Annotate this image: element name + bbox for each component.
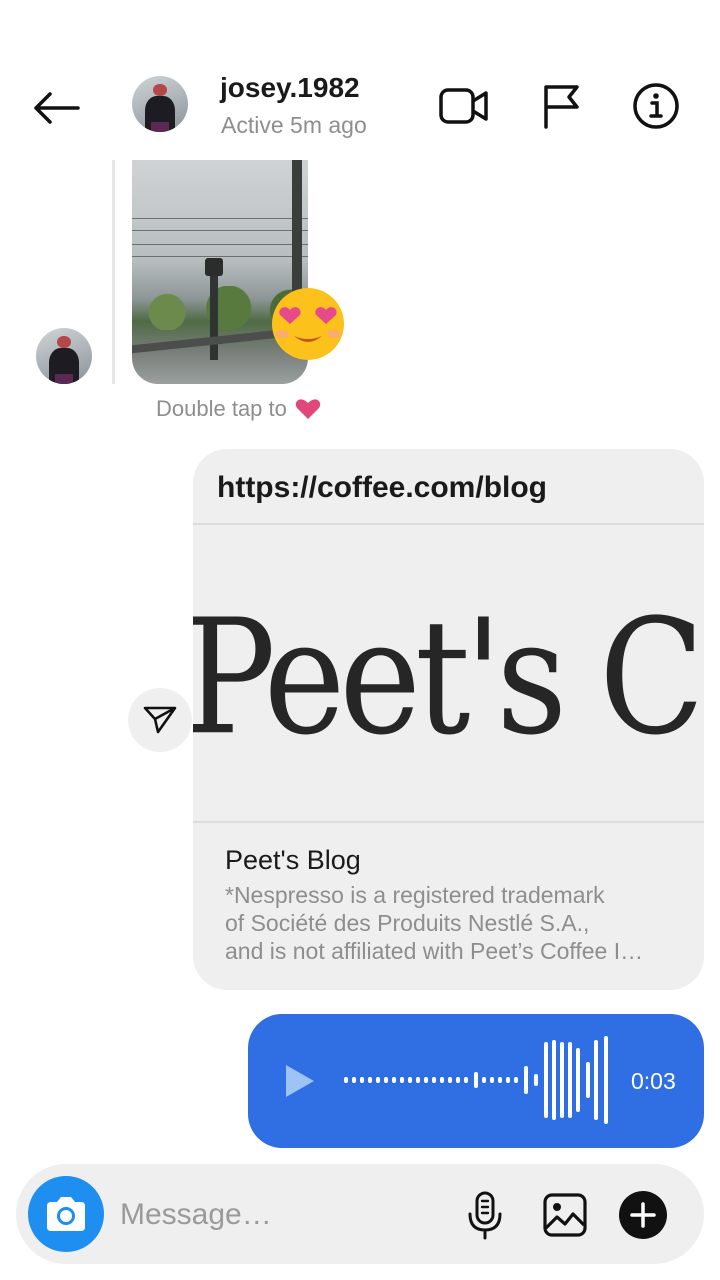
video-call-button[interactable] xyxy=(438,80,490,132)
heart-eyes-emoji-icon[interactable] xyxy=(264,284,352,364)
double-tap-hint: Double tap to xyxy=(156,396,321,422)
link-url[interactable]: https://coffee.com/blog xyxy=(217,471,547,505)
back-button[interactable] xyxy=(30,84,82,132)
link-description-line: of Société des Produits Nestlé S.A., xyxy=(225,910,590,936)
report-button[interactable] xyxy=(534,80,586,132)
flag-icon xyxy=(544,85,579,129)
link-preview-image[interactable]: Peet's Coffee xyxy=(193,523,704,823)
voice-duration: 0:03 xyxy=(631,1068,676,1094)
more-options-button[interactable] xyxy=(618,1190,668,1240)
info-button[interactable] xyxy=(630,80,682,132)
send-icon xyxy=(143,706,177,734)
hint-text: Double tap to xyxy=(156,396,287,421)
info-icon xyxy=(633,83,679,129)
plus-icon xyxy=(619,1191,667,1239)
active-status: Active 5m ago xyxy=(221,112,367,138)
camera-button[interactable] xyxy=(28,1176,104,1252)
link-description-line: and is not affiliated with Peet’s Coffee… xyxy=(225,938,644,964)
link-description: *Nespresso is a registered trademark of … xyxy=(225,881,675,965)
waveform[interactable] xyxy=(340,1032,620,1128)
back-arrow-icon xyxy=(34,92,80,124)
avatar[interactable] xyxy=(132,76,188,132)
link-preview-card[interactable]: https://coffee.com/blog Peet's Coffee Pe… xyxy=(193,449,704,990)
gallery-icon xyxy=(543,1193,587,1237)
gallery-button[interactable] xyxy=(540,1190,590,1240)
video-call-icon xyxy=(439,88,488,124)
voice-record-button[interactable] xyxy=(460,1190,510,1240)
message-composer xyxy=(16,1164,704,1264)
message-input[interactable] xyxy=(120,1192,450,1238)
reply-thread-line xyxy=(112,160,115,384)
link-title: Peet's Blog xyxy=(225,845,361,875)
share-button[interactable] xyxy=(128,688,192,752)
username[interactable]: josey.1982 xyxy=(220,72,360,104)
camera-icon xyxy=(47,1197,85,1231)
sender-avatar[interactable] xyxy=(36,328,92,384)
chat-header: josey.1982 Active 5m ago xyxy=(0,0,720,160)
peets-coffee-logo: Peet's Coffee xyxy=(193,585,704,771)
heart-icon xyxy=(295,399,321,419)
microphone-icon xyxy=(468,1191,502,1240)
link-description-line: *Nespresso is a registered trademark xyxy=(225,882,605,908)
play-icon[interactable] xyxy=(278,1061,318,1101)
